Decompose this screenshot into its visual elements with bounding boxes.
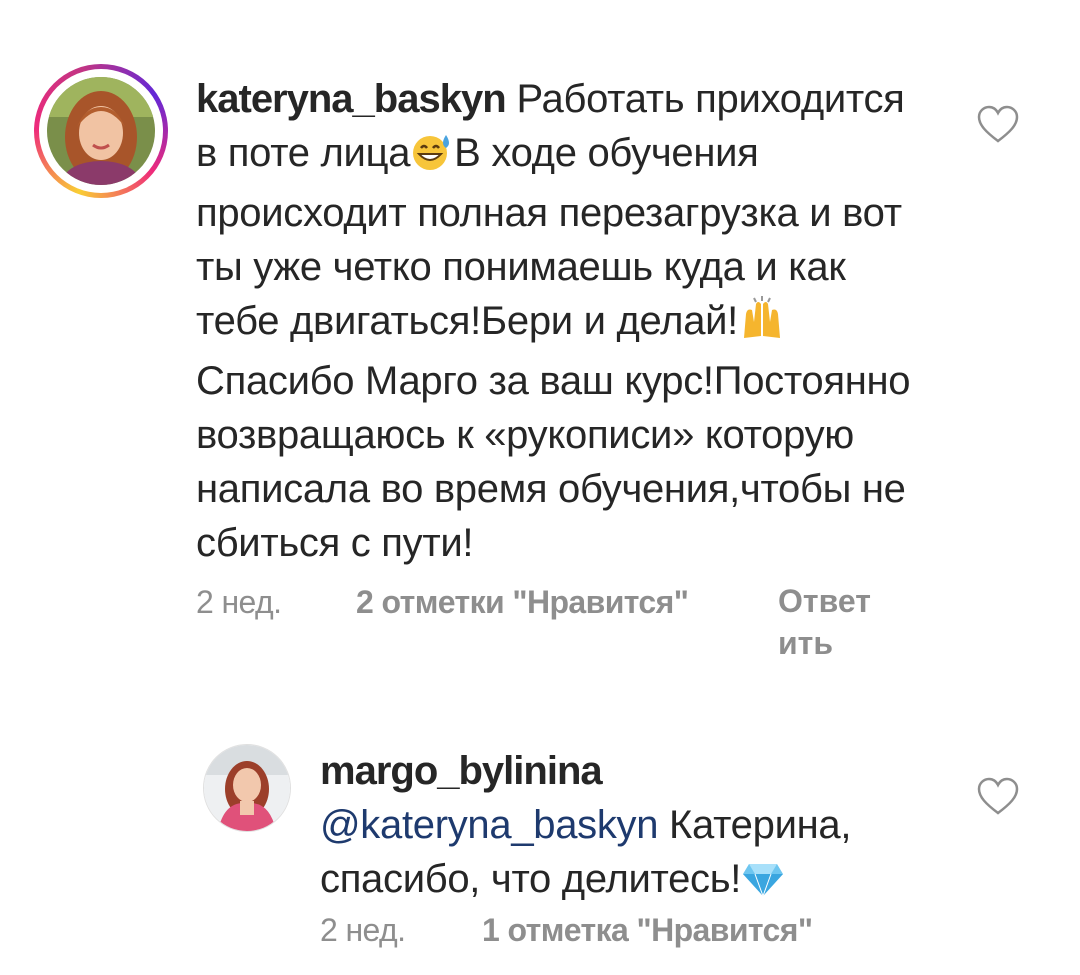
comment-text: kateryna_baskyn Работать приходится в по…: [196, 72, 936, 570]
comment-time: 2 нед.: [196, 584, 282, 620]
reply-button[interactable]: Ответить: [778, 580, 888, 664]
mention-link[interactable]: @kateryna_baskyn: [320, 803, 659, 847]
comment-likes-count[interactable]: 1 отметка "Нравится": [482, 912, 813, 949]
gem-emoji-icon: [741, 858, 785, 912]
comment-reply-item: margo_bylinina @kateryna_baskyn Катерина…: [0, 700, 1080, 975]
raising-hands-emoji-icon: [738, 296, 786, 354]
comment-time: 2 нед.: [320, 912, 406, 948]
avatar[interactable]: [47, 77, 155, 185]
like-heart-icon[interactable]: [976, 777, 1020, 817]
comment-username[interactable]: margo_bylinina: [320, 749, 603, 793]
grinning-sweat-emoji-icon: [410, 132, 454, 186]
comment-username[interactable]: kateryna_baskyn: [196, 77, 507, 121]
comment-likes-count[interactable]: 2 отметки "Нравится": [356, 584, 689, 621]
comment-body-part: Спасибо Марго за ваш курс!Постоянно возв…: [196, 359, 911, 565]
like-heart-icon[interactable]: [976, 105, 1020, 145]
comment-text: margo_bylinina @kateryna_baskyn Катерина…: [320, 744, 940, 912]
comment-item: kateryna_baskyn Работать приходится в по…: [0, 0, 1080, 700]
avatar[interactable]: [203, 744, 291, 832]
